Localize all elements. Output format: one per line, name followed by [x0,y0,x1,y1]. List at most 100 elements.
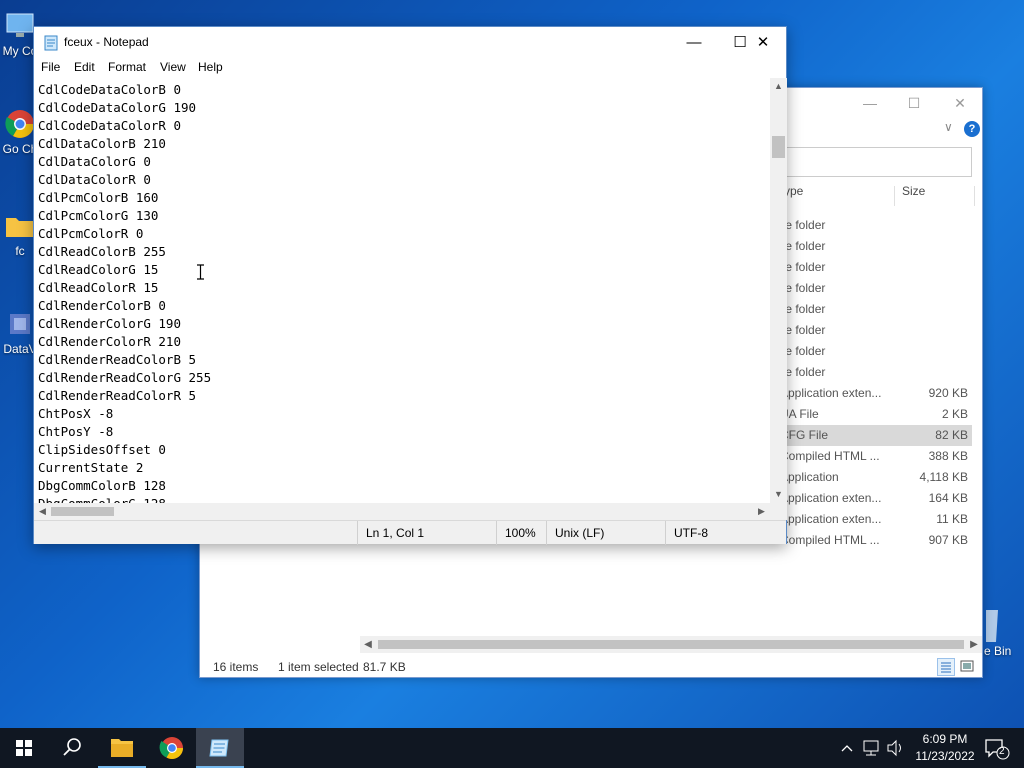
clock-time: 6:09 PM [922,732,968,746]
text-line: CdlPcmColorB 160 [38,190,159,205]
volume-button[interactable] [884,728,906,768]
file-size: 920 KB [928,386,968,400]
notepad-icon [209,739,229,757]
scrollbar-thumb[interactable] [772,136,785,158]
large-icons-view-button[interactable] [959,658,977,676]
notepad-icon [44,35,58,51]
column-separator[interactable] [894,186,895,206]
scroll-down-arrow[interactable]: ▼ [770,486,787,503]
notepad-window[interactable]: fceux - Notepad — ☐ ✕ File Edit Format V… [33,26,787,545]
taskbar-notepad[interactable] [196,728,244,768]
speaker-icon [887,739,901,757]
clock[interactable]: 6:09 PM 11/23/2022 [912,731,978,765]
close-button[interactable]: ✕ [940,92,980,114]
text-line: CdlCodeDataColorR 0 [38,118,181,133]
file-row-selected[interactable]: CFG File 82 KB [780,425,972,446]
scroll-right-arrow[interactable]: ▶ [966,636,982,653]
file-row[interactable]: UA File 2 KB [780,404,972,425]
menu-edit[interactable]: Edit [74,60,95,74]
file-row[interactable]: Application exten... 11 KB [780,509,972,530]
computer-icon [6,13,34,37]
chevron-up-icon [841,745,853,752]
file-row[interactable]: ile folder [780,236,972,257]
column-header-size[interactable]: Size [902,184,925,198]
file-row[interactable]: Compiled HTML ... 907 KB [780,530,972,551]
action-center-button[interactable]: 2 [982,728,1012,768]
vertical-scrollbar[interactable]: ▲ ▼ [770,78,787,503]
file-row[interactable]: ile folder [780,320,972,341]
horizontal-scrollbar[interactable]: ◀ ▶ [34,503,770,520]
menu-bar: File Edit Format View Help [34,58,786,78]
text-line: CdlPcmColorR 0 [38,226,144,241]
details-view-button[interactable] [937,658,955,676]
notepad-titlebar[interactable]: fceux - Notepad — ☐ ✕ [34,27,786,58]
file-row[interactable]: Application 4,118 KB [780,467,972,488]
file-type: Compiled HTML ... [780,449,880,463]
column-separator[interactable] [974,186,975,206]
scroll-left-arrow[interactable]: ◀ [34,503,51,520]
text-line: CdlDataColorB 210 [38,136,166,151]
file-row[interactable]: ile folder [780,278,972,299]
menu-file[interactable]: File [41,60,60,74]
text-line: DbgCommColorB 128 [38,478,166,493]
text-line: CdlPcmColorG 130 [38,208,159,223]
desktop-icon-recycle-bin[interactable]: e Bin [984,604,1024,658]
file-size: 2 KB [941,407,968,421]
text-line: CdlCodeDataColorG 190 [38,100,197,115]
selection-count: 1 item selected [278,660,359,674]
menu-format[interactable]: Format [108,60,146,74]
window-title: fceux - Notepad [64,35,149,49]
file-type: Application [780,470,839,484]
file-row[interactable]: ile folder [780,215,972,236]
search-input[interactable] [760,147,972,177]
status-bar: Ln 1, Col 1 100% Unix (LF) UTF-8 [34,520,786,545]
start-button[interactable] [0,728,48,768]
minimize-button[interactable]: — [671,27,717,58]
file-row[interactable]: ile folder [780,362,972,383]
show-hidden-icons-button[interactable] [838,728,856,768]
zoom-level: 100% [496,521,536,545]
menu-view[interactable]: View [160,60,186,74]
recycle-bin-icon [986,610,998,642]
taskbar-chrome[interactable] [148,728,196,768]
file-type: Application exten... [780,512,882,526]
explorer-status-bar: 16 items 1 item selected 81.7 KB [200,656,982,678]
file-row[interactable]: ile folder [780,257,972,278]
file-row[interactable]: Application exten... 164 KB [780,488,972,509]
maximize-button[interactable]: ☐ [894,92,934,114]
minimize-button[interactable]: — [850,92,890,114]
chrome-icon [5,110,34,138]
scroll-left-arrow[interactable]: ◀ [360,636,376,653]
scroll-up-arrow[interactable]: ▲ [770,78,787,95]
menu-help[interactable]: Help [198,60,223,74]
text-editor-area[interactable]: CdlCodeDataColorB 0 CdlCodeDataColorG 190… [34,78,770,503]
search-button[interactable] [48,728,96,768]
text-line: CdlRenderReadColorB 5 [38,352,197,367]
folder-icon [6,218,34,237]
help-icon[interactable]: ? [964,121,980,137]
scroll-right-arrow[interactable]: ▶ [753,503,770,520]
file-row[interactable]: Compiled HTML ... 388 KB [780,446,972,467]
file-size: 4,118 KB [919,470,968,484]
text-line: CdlReadColorG 15 [38,262,159,277]
scrollbar-corner [770,503,787,520]
taskbar-file-explorer[interactable] [98,728,146,768]
notification-count-badge: 2 [999,746,1005,757]
text-line: CdlRenderColorG 190 [38,316,181,331]
text-line: CdlCodeDataColorB 0 [38,82,181,97]
scrollbar-thumb[interactable] [51,507,114,516]
file-type: Application exten... [780,386,882,400]
app-icon [10,314,30,334]
close-button[interactable]: ✕ [740,27,786,58]
file-row[interactable]: Application exten... 920 KB [780,383,972,404]
network-button[interactable] [860,728,882,768]
file-row[interactable]: ile folder [780,299,972,320]
item-count: 16 items [213,660,259,674]
file-row[interactable]: ile folder [780,341,972,362]
text-line: ChtPosY -8 [38,424,114,439]
scrollbar-thumb[interactable] [378,640,964,649]
clock-date: 11/23/2022 [915,749,975,763]
explorer-horizontal-scrollbar[interactable]: ◀ ▶ [360,636,982,653]
line-ending: Unix (LF) [546,521,604,545]
chevron-down-icon[interactable]: ∨ [944,120,953,134]
